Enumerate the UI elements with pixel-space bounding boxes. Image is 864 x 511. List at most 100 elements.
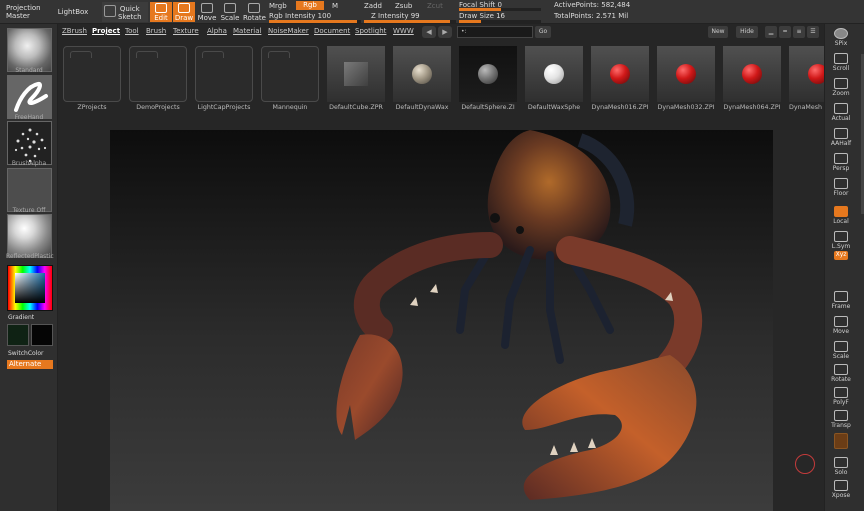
transp-button[interactable]: Transp — [830, 408, 852, 430]
move-button[interactable]: Move — [196, 2, 218, 22]
folder-icon — [195, 46, 253, 102]
ghost-button[interactable] — [830, 431, 852, 453]
xpose-button[interactable]: Xpose — [830, 478, 852, 500]
gradient-button[interactable]: Gradient — [8, 314, 54, 321]
sphere-icon — [412, 64, 432, 84]
zcut-button[interactable]: Zcut — [427, 2, 443, 10]
tab-alpha[interactable]: Alpha — [207, 27, 227, 35]
tab-spotlight[interactable]: Spotlight — [355, 27, 386, 35]
secondary-color-swatch[interactable] — [31, 324, 53, 346]
project-thumbnail — [525, 46, 583, 102]
draw-button[interactable]: Draw — [173, 2, 195, 22]
solo-button[interactable]: Solo — [830, 455, 852, 477]
hide-button[interactable]: Hide — [736, 26, 758, 38]
zoom-button[interactable]: Zoom — [830, 76, 852, 98]
floor-icon — [834, 178, 848, 189]
lightbox-item[interactable]: LightCapProjects — [195, 46, 253, 126]
m-button[interactable]: M — [332, 2, 338, 10]
lightbox-item[interactable]: ZProjects — [63, 46, 121, 126]
standard-brush-icon[interactable] — [7, 28, 52, 72]
floor-button[interactable]: Floor — [830, 176, 852, 198]
lightbox-item[interactable]: DefaultCube.ZPR — [327, 46, 385, 126]
transp-icon — [834, 410, 848, 421]
scale-view-icon — [834, 341, 848, 352]
focal-shift-slider[interactable] — [459, 8, 541, 11]
tab-tool[interactable]: Tool — [125, 27, 139, 35]
tab-material[interactable]: Material — [233, 27, 261, 35]
local-button[interactable]: Local — [830, 204, 852, 226]
view-mode-3-icon[interactable]: ≡ — [793, 26, 805, 38]
lightbox-item[interactable]: DefaultWaxSphe — [525, 46, 583, 126]
view-mode-4-icon[interactable]: ☰ — [807, 26, 819, 38]
scale-view-button[interactable]: Scale — [830, 339, 852, 361]
zsub-button[interactable]: Zsub — [395, 2, 412, 10]
lobster-model[interactable] — [110, 130, 773, 511]
xyz-button[interactable]: Xyz — [830, 250, 852, 262]
frame-button[interactable]: Frame — [830, 289, 852, 311]
rgb-button[interactable]: Rgb — [296, 1, 324, 10]
aahalf-button[interactable]: AAHalf — [830, 126, 852, 148]
lightbox-item[interactable]: DynaMesh064.ZPI — [723, 46, 781, 126]
alternate-button[interactable]: Alternate — [7, 360, 53, 369]
zadd-button[interactable]: Zadd — [364, 2, 382, 10]
tab-texture[interactable]: Texture — [173, 27, 199, 35]
project-thumbnail — [591, 46, 649, 102]
lightbox-button[interactable]: LightBox — [56, 2, 90, 22]
switch-color-button[interactable]: SwitchColor — [8, 350, 54, 357]
quick-sketch-button[interactable]: Quick Sketch — [102, 2, 148, 22]
projection-master-button[interactable]: Projection Master — [6, 2, 54, 22]
gizmo-icon[interactable] — [795, 454, 815, 474]
tab-www[interactable]: WWW — [393, 27, 414, 35]
material-icon[interactable] — [7, 214, 52, 258]
sphere-icon — [808, 64, 824, 84]
edit-button[interactable]: Edit — [150, 2, 172, 22]
draw-size-slider[interactable] — [459, 20, 541, 23]
color-field[interactable] — [15, 273, 45, 303]
project-thumbnail — [327, 46, 385, 102]
main-color-swatch[interactable] — [7, 324, 29, 346]
frame-icon — [834, 291, 848, 302]
move-view-button[interactable]: Move — [830, 314, 852, 336]
go-button[interactable]: Go — [535, 26, 551, 38]
lightbox-item[interactable]: DefaultDynaWax — [393, 46, 451, 126]
document-canvas[interactable] — [110, 130, 773, 511]
freehand-stroke-icon[interactable] — [7, 75, 52, 119]
lsym-button[interactable]: L.Sym — [830, 229, 852, 251]
brush-alpha-icon[interactable] — [7, 121, 52, 165]
tab-zbrush[interactable]: ZBrush — [62, 27, 87, 35]
tab-noisemaker[interactable]: NoiseMaker — [268, 27, 309, 35]
project-thumbnail — [393, 46, 451, 102]
lightbox-item[interactable]: DefaultSphere.ZI — [459, 46, 517, 126]
zoom-icon — [834, 78, 848, 89]
nav-forward-icon[interactable]: ▶ — [438, 26, 452, 38]
rgb-intensity-slider[interactable] — [269, 20, 361, 23]
lightbox-item[interactable]: DynaMesh — [789, 46, 824, 126]
view-mode-2-icon[interactable]: ═ — [779, 26, 791, 38]
lightbox-item[interactable]: Mannequin — [261, 46, 319, 126]
lightbox-item[interactable]: DemoProjects — [129, 46, 187, 126]
xpose-icon — [834, 480, 848, 491]
z-intensity-label: Z Intensity 99 — [371, 12, 420, 20]
view-mode-1-icon[interactable]: ▁ — [765, 26, 777, 38]
scale-button[interactable]: Scale — [219, 2, 241, 22]
tab-project[interactable]: Project — [92, 27, 120, 35]
rotate-view-button[interactable]: Rotate — [830, 362, 852, 384]
nav-back-icon[interactable]: ◀ — [422, 26, 436, 38]
tab-document[interactable]: Document — [314, 27, 350, 35]
color-picker[interactable] — [7, 265, 53, 311]
rotate-button[interactable]: Rotate — [243, 2, 266, 22]
actual-button[interactable]: Actual — [830, 101, 852, 123]
scroll-button[interactable]: Scroll — [830, 51, 852, 73]
new-button[interactable]: New — [708, 26, 728, 38]
persp-button[interactable]: Persp — [830, 151, 852, 173]
move-view-icon — [834, 316, 848, 327]
texture-icon[interactable] — [7, 168, 52, 212]
z-intensity-slider[interactable] — [364, 20, 456, 23]
spix-button[interactable]: SPix — [830, 26, 852, 48]
lightbox-item[interactable]: DynaMesh016.ZPI — [591, 46, 649, 126]
mrgb-button[interactable]: Mrgb — [269, 2, 287, 10]
tab-brush[interactable]: Brush — [146, 27, 166, 35]
lightbox-item[interactable]: DynaMesh032.ZPI — [657, 46, 715, 126]
path-input[interactable]: •: — [457, 26, 533, 38]
polyframe-button[interactable]: PolyF — [830, 385, 852, 407]
